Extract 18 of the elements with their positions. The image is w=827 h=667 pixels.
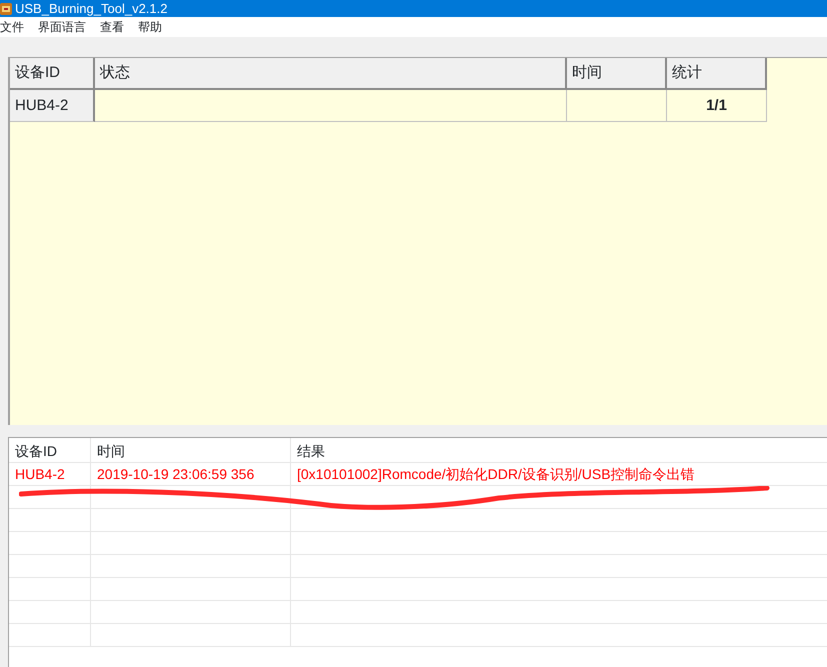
column-header[interactable]: 结果	[291, 438, 827, 463]
window-title: USB_Burning_Tool_v2.1.2	[15, 0, 168, 17]
menu-item[interactable]: 帮助	[131, 17, 169, 37]
column-header[interactable]: 统计	[667, 58, 767, 90]
table-cell: HUB4-2	[9, 463, 91, 486]
table-cell: 2019-10-19 23:06:59 356	[91, 463, 291, 486]
menu-item[interactable]: 文件	[0, 17, 31, 37]
column-header[interactable]: 设备ID	[9, 438, 91, 463]
table-cell: [0x10101002]Romcode/初始化DDR/设备识别/USB控制命令出错	[291, 463, 827, 486]
row-header: HUB4-2	[10, 90, 95, 122]
app-icon	[0, 2, 12, 14]
menu-item[interactable]: 查看	[93, 17, 131, 37]
column-header[interactable]: 时间	[91, 438, 291, 463]
column-header[interactable]: 时间	[567, 58, 667, 90]
column-header[interactable]: 设备ID	[10, 58, 95, 90]
table-cell: 1/1	[667, 90, 767, 122]
column-header[interactable]: 状态	[95, 58, 567, 90]
menu-item[interactable]: 界面语言	[31, 17, 93, 37]
